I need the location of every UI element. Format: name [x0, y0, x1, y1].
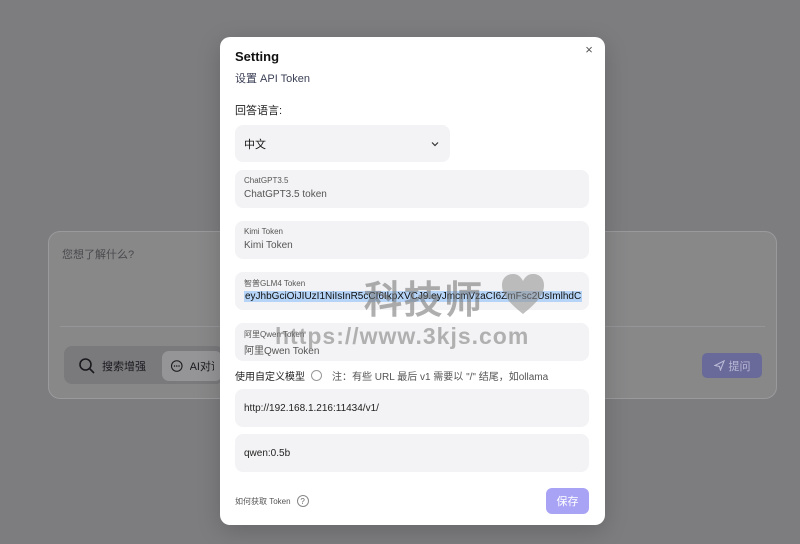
- language-value: 中文: [244, 138, 266, 151]
- chevron-down-icon: [431, 141, 439, 146]
- kimi-token-field[interactable]: Kimi Token Kimi Token: [235, 221, 589, 259]
- help-icon[interactable]: ?: [296, 495, 309, 507]
- background-search-label: 搜索增强: [102, 361, 146, 373]
- chatgpt-token-label: ChatGPT3.5: [244, 176, 289, 185]
- how-to-get-token-link[interactable]: 如何获取 Token ?: [235, 495, 309, 507]
- language-select[interactable]: 中文: [235, 125, 450, 162]
- custom-model-row: 使用自定义模型 注：有些 URL 最后 v1 需要以 "/" 结尾，如ollam…: [235, 368, 548, 383]
- chat-bubble-icon: [170, 360, 183, 372]
- modal-title: Setting: [235, 49, 280, 64]
- how-to-get-token-label: 如何获取 Token: [235, 496, 291, 506]
- send-icon: [713, 360, 725, 371]
- background-send-label: 提问: [728, 360, 751, 373]
- heart-icon: [502, 274, 544, 314]
- watermark-url: https://www.3kjs.com: [275, 323, 530, 349]
- language-label: 回答语言:: [235, 105, 283, 117]
- custom-model-name-input[interactable]: qwen:0.5b: [235, 434, 589, 472]
- custom-model-radio[interactable]: [311, 370, 322, 381]
- background-send-button: 提问: [702, 353, 762, 378]
- kimi-token-value: Kimi Token: [244, 240, 293, 251]
- watermark-title: 科技师: [364, 280, 485, 322]
- close-icon[interactable]: ×: [582, 43, 596, 57]
- background-search-button: 搜索增强: [78, 351, 146, 381]
- chatgpt-token-value: ChatGPT3.5 token: [244, 189, 327, 200]
- chatgpt-token-field[interactable]: ChatGPT3.5 ChatGPT3.5 token: [235, 170, 589, 208]
- kimi-token-label: Kimi Token: [244, 227, 283, 236]
- background-prompt-placeholder: 您想了解什么?: [62, 249, 135, 261]
- custom-url-input[interactable]: http://192.168.1.216:11434/v1/: [235, 389, 589, 427]
- modal-subtitle: 设置 API Token: [235, 73, 310, 85]
- background-ai-chat-label: AI对话: [189, 361, 214, 373]
- glm4-token-label: 智普GLM4 Token: [244, 279, 306, 288]
- search-icon: [79, 358, 95, 374]
- custom-model-label: 使用自定义模型: [235, 372, 305, 383]
- save-button[interactable]: 保存: [546, 488, 589, 514]
- background-ai-chat-button: AI对话: [162, 351, 222, 381]
- custom-model-note: 注：有些 URL 最后 v1 需要以 "/" 结尾，如ollama: [332, 372, 549, 383]
